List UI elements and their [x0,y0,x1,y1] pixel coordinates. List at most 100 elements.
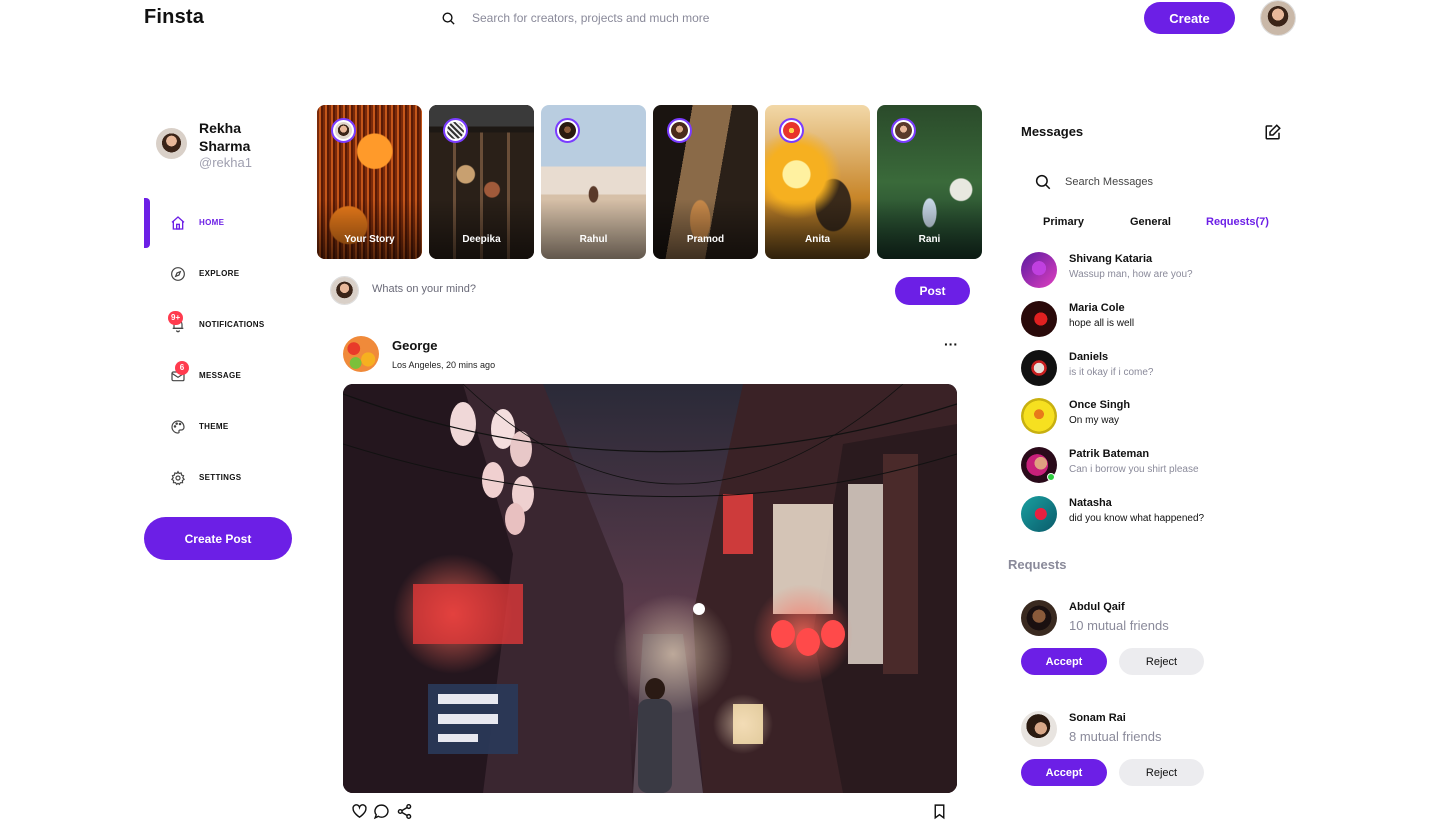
edit-icon[interactable] [1264,123,1282,141]
list-item[interactable]: Shivang Kataria Wassup man, how are you? [1021,252,1286,301]
gear-icon [170,469,186,485]
sidebar-item-label: HOME [199,218,225,227]
list-item[interactable]: Natasha did you know what happened? [1021,495,1286,545]
story-name: Rahul [579,234,608,245]
message-preview: hope all is well [1069,317,1135,329]
messages-title: Messages [1021,124,1084,139]
message-sender: Daniels [1069,350,1109,363]
post-author-name[interactable]: George [392,338,438,353]
story-avatar [555,118,580,143]
story-shade [317,199,422,259]
avatar [1021,398,1057,435]
tab-requests[interactable]: Requests(7) [1206,216,1269,228]
message-preview: is it okay if i come? [1069,366,1154,378]
request-name[interactable]: Sonam Rai [1069,712,1126,724]
search-icon [442,12,455,25]
message-preview: Wassup man, how are you? [1069,269,1193,280]
sidebar-nav: HOME EXPLORE 9+ NOTIFICATIONS 6 MESSAGE … [144,197,304,503]
reject-button[interactable]: Reject [1119,648,1204,675]
comment-icon[interactable] [373,803,390,820]
bookmark-icon[interactable] [931,803,948,820]
requests-title: Requests [1008,557,1067,572]
story-name: Your Story [344,234,395,245]
stories-row: Your Story Deepika Rahul Pramod Anita Ra… [317,105,982,259]
notification-badge: 9+ [168,311,184,325]
friend-request: Sonam Rai 8 mutual friends Accept Reject [1021,711,1286,801]
messages-search-input[interactable] [1065,176,1265,188]
compass-icon [171,266,185,281]
friend-request: Abdul Qaif 10 mutual friends Accept Reje… [1021,600,1286,690]
message-tabs: Primary General Requests(7) [1021,216,1286,234]
avatar [1021,252,1057,288]
post-actions [351,803,951,821]
reject-button[interactable]: Reject [1119,759,1204,786]
story-card[interactable]: Rahul [541,105,646,259]
story-avatar [891,118,916,143]
composer-input[interactable] [372,283,872,295]
message-sender: Once Singh [1069,399,1131,412]
message-preview: did you know what happened? [1069,512,1205,524]
message-sender: Maria Cole [1069,301,1125,314]
list-item[interactable]: Maria Cole hope all is well [1021,300,1286,350]
sidebar-item-theme[interactable]: THEME [144,401,304,452]
post-button[interactable]: Post [895,277,970,305]
message-list: Shivang Kataria Wassup man, how are you?… [1021,252,1286,545]
story-card[interactable]: Your Story [317,105,422,259]
sidebar-item-message[interactable]: 6 MESSAGE [144,350,304,401]
heart-icon[interactable] [351,803,368,820]
post-header: George Los Angeles, 20 mins ago ··· [343,336,958,376]
messages-search[interactable] [1034,172,1284,192]
accept-button[interactable]: Accept [1021,759,1107,786]
request-name[interactable]: Abdul Qaif [1069,601,1125,613]
story-shade [877,199,982,259]
story-avatar [779,118,804,143]
sidebar-item-home[interactable]: HOME [144,197,304,248]
top-bar: Finsta Create [0,0,1440,40]
create-button[interactable]: Create [1144,2,1235,34]
app-logo[interactable]: Finsta [144,6,204,29]
profile-card[interactable]: Rekha Sharma @rekha1 [156,118,296,178]
global-search[interactable] [441,7,861,29]
user-avatar[interactable] [1260,0,1296,36]
story-name: Pramod [686,234,725,245]
sidebar-item-label: SETTINGS [199,473,242,482]
story-card[interactable]: Rani [877,105,982,259]
sidebar-item-explore[interactable]: EXPLORE [144,248,304,299]
sidebar-item-notifications[interactable]: 9+ NOTIFICATIONS [144,299,304,350]
avatar[interactable] [1021,600,1057,636]
mutual-friends: 8 mutual friends [1069,729,1162,744]
story-name: Anita [805,234,830,245]
list-item[interactable]: Patrik Bateman Can i borrow you shirt pl… [1021,447,1286,496]
sidebar-item-settings[interactable]: SETTINGS [144,452,304,503]
avatar[interactable] [1021,711,1057,747]
tab-general[interactable]: General [1130,216,1171,228]
story-card[interactable]: Pramod [653,105,758,259]
story-shade [429,199,534,259]
story-name: Deepika [462,234,501,245]
home-icon [171,215,185,230]
message-badge: 6 [175,361,189,375]
profile-name: Rekha Sharma [199,120,251,154]
create-post-button[interactable]: Create Post [144,517,292,560]
accept-button[interactable]: Accept [1021,648,1107,675]
list-item[interactable]: Once Singh On my way [1021,398,1286,447]
street-night-photo [343,384,957,793]
message-preview: Can i borrow you shirt please [1069,464,1199,476]
story-shade [653,199,758,259]
more-options-icon[interactable]: ··· [944,336,958,352]
post-author-avatar[interactable] [343,336,379,372]
story-avatar [443,118,468,143]
story-card[interactable]: Anita [765,105,870,259]
tab-primary[interactable]: Primary [1043,216,1084,228]
palette-icon [171,419,185,434]
share-icon[interactable] [396,803,413,820]
post-image[interactable] [343,384,957,793]
avatar [1021,495,1057,532]
message-sender: Patrik Bateman [1069,448,1150,461]
sidebar-item-label: MESSAGE [199,371,242,380]
list-item[interactable]: Daniels is it okay if i come? [1021,349,1286,399]
sidebar-item-label: EXPLORE [199,269,240,278]
profile-avatar [156,128,187,159]
story-card[interactable]: Deepika [429,105,534,259]
search-input[interactable] [472,11,852,25]
